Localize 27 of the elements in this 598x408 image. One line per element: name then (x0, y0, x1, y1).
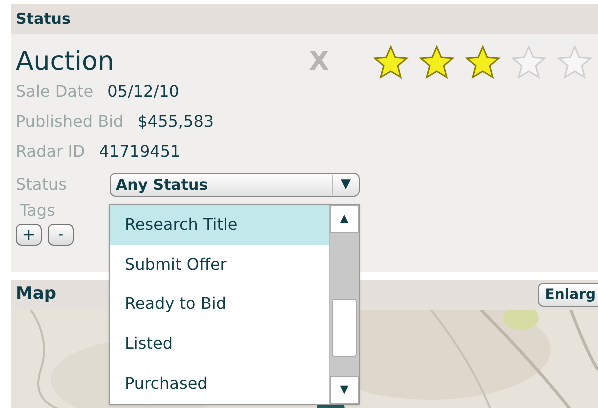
section-title: Status (16, 8, 71, 30)
scrollbar[interactable]: ▲ ▼ (329, 205, 359, 404)
field-label: Tags (20, 200, 56, 222)
section-title: Map (16, 283, 57, 306)
field-label: Published Bid (16, 111, 124, 133)
empty-star-icon[interactable] (511, 45, 547, 79)
remove-tag-button[interactable]: - (48, 224, 74, 246)
listing-type: Auction (16, 46, 116, 78)
scroll-thumb[interactable] (332, 299, 357, 357)
add-tag-button[interactable]: + (16, 224, 42, 246)
filled-star-icon[interactable] (373, 45, 409, 79)
field-value: $455,583 (138, 111, 214, 133)
empty-star-icon[interactable] (557, 45, 593, 79)
star-rating[interactable] (373, 45, 593, 79)
enlarge-button[interactable]: Enlarg (538, 283, 598, 307)
dropdown-option[interactable]: Purchased (110, 364, 329, 404)
status-select[interactable]: Any Status ▼ (110, 173, 360, 197)
filled-star-icon[interactable] (419, 45, 455, 79)
field-label: Sale Date (16, 81, 94, 103)
field-label: Radar ID (16, 141, 86, 163)
field-value: 05/12/10 (108, 81, 180, 103)
scroll-down-button[interactable]: ▼ (330, 376, 359, 404)
scroll-up-button[interactable]: ▲ (330, 205, 359, 233)
dropdown-option[interactable]: Research Title (110, 205, 329, 245)
field-value: 41719451 (99, 141, 181, 163)
filled-star-icon[interactable] (465, 45, 501, 79)
field-label: Status (16, 174, 68, 196)
